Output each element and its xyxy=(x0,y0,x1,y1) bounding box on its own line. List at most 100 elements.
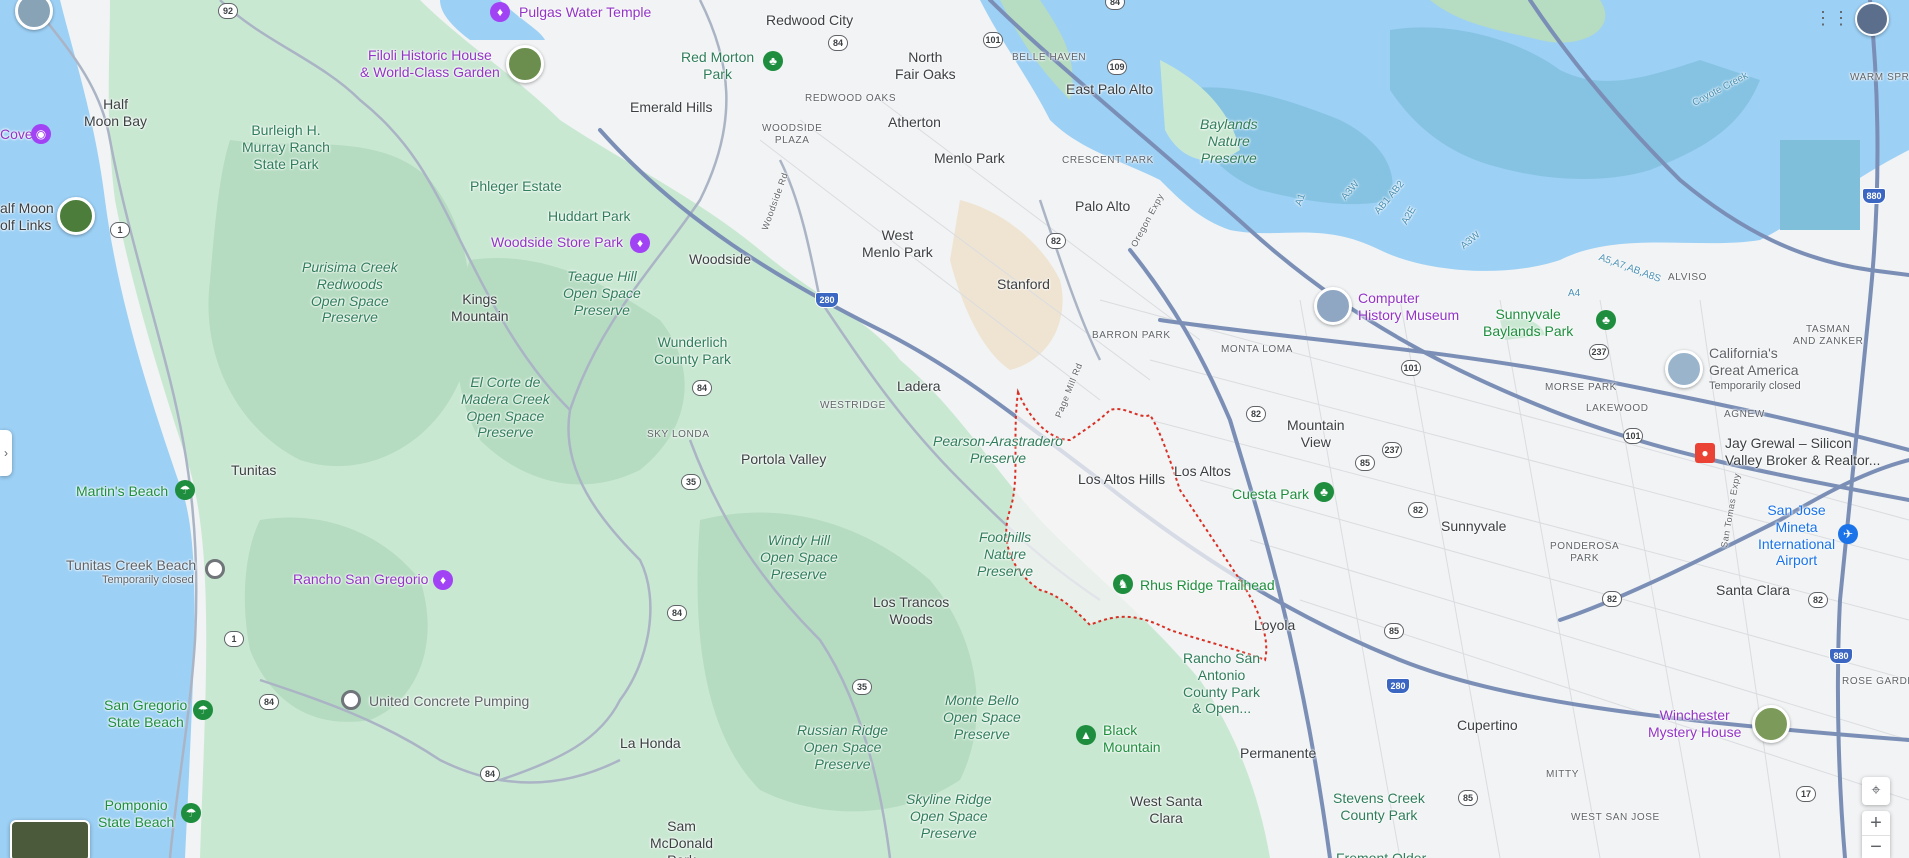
area-barron-park: BARRON PARK xyxy=(1092,330,1171,341)
mountain-icon[interactable]: ▲ xyxy=(1076,725,1096,745)
city-woodside: Woodside xyxy=(689,251,752,267)
museum-icon[interactable]: ♦ xyxy=(433,570,453,590)
park-skyline-ridge[interactable]: Skyline Ridge Open Space Preserve xyxy=(906,791,992,841)
park-teague[interactable]: Teague Hill Open Space Preserve xyxy=(563,268,641,318)
area-redwood-oaks: REDWOOD OAKS xyxy=(805,93,897,104)
poi-sunnyvale-baylands[interactable]: Sunnyvale Baylands Park xyxy=(1483,306,1573,340)
poi-jay-grewal[interactable]: Jay Grewal – Silicon Valley Broker & Rea… xyxy=(1725,435,1880,469)
city-west-menlo-park: West Menlo Park xyxy=(862,227,933,260)
camera-icon[interactable]: ◉ xyxy=(31,124,51,144)
zoom-out-button[interactable]: − xyxy=(1862,835,1890,858)
poi-sjc-airport[interactable]: San Jose Mineta International Airport xyxy=(1758,502,1835,569)
beach-icon[interactable]: ☂ xyxy=(193,700,213,720)
zoom-controls[interactable]: + − xyxy=(1862,811,1890,858)
poi-great-america[interactable]: California's Great America xyxy=(1709,345,1798,379)
park-wunderlich[interactable]: Wunderlich County Park xyxy=(654,334,731,368)
park-foothills[interactable]: Foothills Nature Preserve xyxy=(977,529,1033,579)
park-pearson[interactable]: Pearson-Arastradero Preserve xyxy=(933,433,1063,467)
park-stevens-creek[interactable]: Stevens Creek County Park xyxy=(1333,790,1425,824)
area-lakewood: LAKEWOOD xyxy=(1586,403,1649,414)
route-84-shield: 84 xyxy=(259,694,279,710)
park-red-morton[interactable]: Red Morton Park xyxy=(681,49,754,83)
poi-computer-history[interactable]: Computer History Museum xyxy=(1358,290,1459,324)
city-kings-mountain: Kings Mountain xyxy=(451,291,509,324)
poi-rancho-san-gregorio[interactable]: Rancho San Gregorio xyxy=(293,571,428,588)
route-1-shield: 1 xyxy=(110,222,130,238)
golf-photo-icon[interactable] xyxy=(57,197,95,235)
poi-rhus-ridge[interactable]: Rhus Ridge Trailhead xyxy=(1140,577,1275,594)
poi-half-moon-bay-links[interactable]: alf Moon olf Links xyxy=(0,200,54,234)
place-marker-icon[interactable] xyxy=(205,559,225,579)
poi-united-concrete[interactable]: United Concrete Pumping xyxy=(369,693,529,710)
city-north-fair-oaks: North Fair Oaks xyxy=(895,49,956,82)
park-tree-icon[interactable]: ♣ xyxy=(1596,310,1616,330)
area-woodside-plaza: WOODSIDE PLAZA xyxy=(762,123,823,146)
poi-woodside-store[interactable]: Woodside Store Park xyxy=(491,234,623,251)
park-windy-hill[interactable]: Windy Hill Open Space Preserve xyxy=(760,532,838,582)
park-tree-icon[interactable]: ♣ xyxy=(763,51,783,71)
poi-winchester[interactable]: Winchester Mystery House xyxy=(1648,707,1741,741)
park-fremont-older[interactable]: Fremont Older xyxy=(1336,850,1426,858)
business-pin-icon[interactable]: ● xyxy=(1695,443,1715,463)
poi-pomponio[interactable]: Pomponio State Beach xyxy=(98,797,174,831)
poi-cuesta-park[interactable]: Cuesta Park xyxy=(1232,486,1309,503)
park-phleger[interactable]: Phleger Estate xyxy=(470,178,562,195)
winchester-photo-icon[interactable] xyxy=(1752,705,1790,743)
route-101-shield: 101 xyxy=(983,32,1003,48)
area-morse-park: MORSE PARK xyxy=(1545,382,1617,393)
temple-icon[interactable]: ♦ xyxy=(490,2,510,22)
city-loyola: Loyola xyxy=(1254,617,1296,633)
area-west-san-jose: WEST SAN JOSE xyxy=(1571,812,1660,823)
beach-icon[interactable]: ☂ xyxy=(175,480,195,500)
route-82-shield: 82 xyxy=(1246,406,1266,422)
city-la-honda: La Honda xyxy=(620,735,681,751)
city-sunnyvale: Sunnyvale xyxy=(1441,518,1507,534)
apps-grid-icon[interactable]: ⋮⋮⋮ xyxy=(1814,6,1868,30)
computer-history-photo-icon[interactable] xyxy=(1314,287,1352,325)
park-tree-icon[interactable]: ♣ xyxy=(1314,482,1334,502)
city-east-palo-alto: East Palo Alto xyxy=(1066,81,1154,97)
poi-pulgas[interactable]: Pulgas Water Temple xyxy=(519,4,651,21)
route-84-shield: 84 xyxy=(667,605,687,621)
poi-martins-beach[interactable]: Martin's Beach xyxy=(76,483,168,500)
chevron-right-icon[interactable]: › xyxy=(0,430,12,476)
poi-black-mountain[interactable]: Black Mountain xyxy=(1103,722,1161,756)
zoom-in-button[interactable]: + xyxy=(1862,811,1890,835)
area-alviso: ALVISO xyxy=(1668,272,1707,283)
park-rancho-san-antonio[interactable]: Rancho San Antonio County Park & Open... xyxy=(1183,650,1260,717)
route-82-shield: 82 xyxy=(1408,502,1428,518)
interstate-280-shield: 280 xyxy=(1386,678,1410,694)
route-109-shield: 109 xyxy=(1107,59,1127,75)
park-russian-ridge[interactable]: Russian Ridge Open Space Preserve xyxy=(797,722,888,772)
poi-tunitas-beach[interactable]: Tunitas Creek Beach xyxy=(66,557,196,574)
museum-icon[interactable]: ♦ xyxy=(630,233,650,253)
great-america-photo-icon[interactable] xyxy=(1665,350,1703,388)
airport-icon[interactable]: ✈ xyxy=(1838,524,1858,544)
park-monte-bello[interactable]: Monte Bello Open Space Preserve xyxy=(943,692,1021,742)
map-canvas[interactable]: Redwood City North Fair Oaks East Palo A… xyxy=(0,0,1909,858)
route-82-shield: 82 xyxy=(1602,591,1622,607)
park-burleigh[interactable]: Burleigh H. Murray Ranch State Park xyxy=(242,122,330,172)
area-westridge: WESTRIDGE xyxy=(820,400,886,411)
my-location-icon[interactable]: ⌖ xyxy=(1862,777,1890,805)
route-84-shield: 84 xyxy=(828,35,848,51)
city-sam-mcdonald: Sam McDonald Park xyxy=(650,818,714,858)
park-purisima[interactable]: Purisima Creek Redwoods Open Space Prese… xyxy=(302,259,398,326)
poi-cove[interactable]: Cove xyxy=(0,126,33,143)
park-huddart[interactable]: Huddart Park xyxy=(548,208,630,225)
park-el-corte[interactable]: El Corte de Madera Creek Open Space Pres… xyxy=(461,374,550,441)
route-17-shield: 17 xyxy=(1796,786,1816,802)
account-avatar[interactable] xyxy=(1855,2,1889,36)
city-atherton: Atherton xyxy=(888,114,941,130)
satellite-layer-icon[interactable] xyxy=(10,820,90,858)
city-los-altos: Los Altos xyxy=(1174,463,1231,479)
park-baylands[interactable]: Baylands Nature Preserve xyxy=(1200,116,1258,166)
poi-filoli[interactable]: Filoli Historic House & World-Class Gard… xyxy=(360,47,500,81)
area-tasman: TASMAN AND ZANKER xyxy=(1793,324,1864,347)
hiking-icon[interactable]: ♞ xyxy=(1113,574,1133,594)
poi-san-gregorio-beach[interactable]: San Gregorio State Beach xyxy=(104,697,187,731)
filoli-photo-icon[interactable] xyxy=(506,45,544,83)
area-monta-loma: MONTA LOMA xyxy=(1221,344,1293,355)
place-marker-icon[interactable] xyxy=(341,690,361,710)
beach-icon[interactable]: ☂ xyxy=(181,803,201,823)
